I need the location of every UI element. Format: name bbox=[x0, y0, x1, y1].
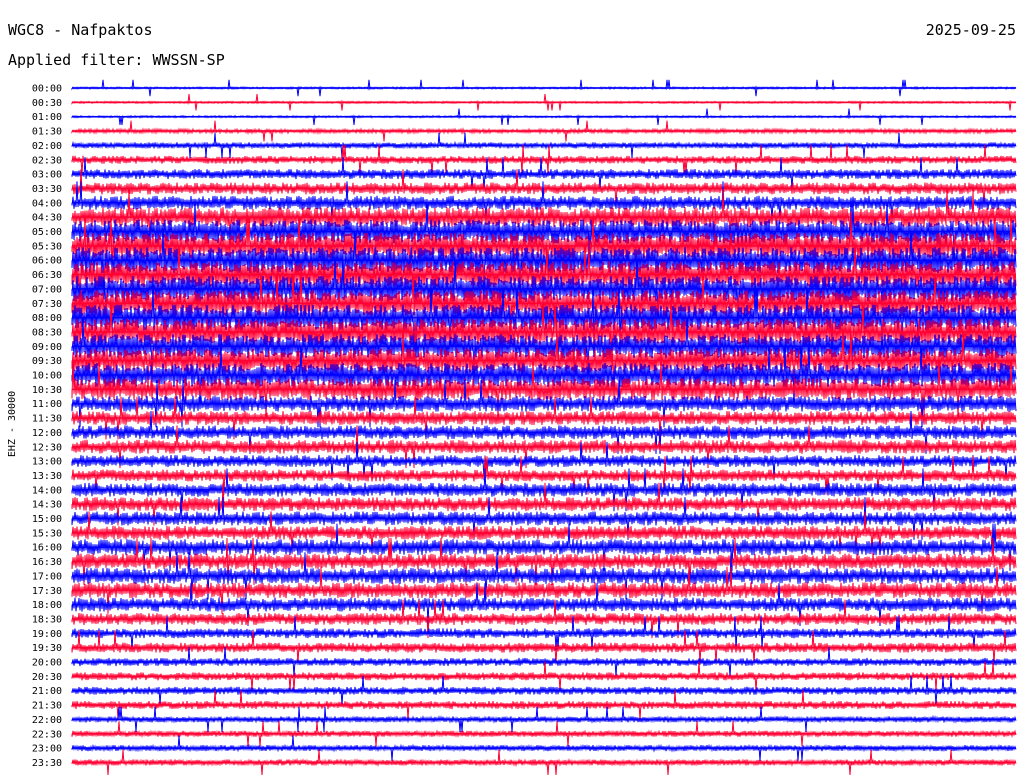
time-tick-label: 20:30 bbox=[32, 672, 62, 683]
time-tick-label: 04:00 bbox=[32, 198, 62, 209]
time-tick-label: 04:30 bbox=[32, 213, 62, 224]
time-tick-label: 22:00 bbox=[32, 715, 62, 726]
time-tick-label: 23:30 bbox=[32, 758, 62, 769]
time-tick-labels: 00:00 00:30 01:00 01:30 02:00 02:30 03:00 03:30… bbox=[32, 84, 62, 769]
time-tick-label: 23:00 bbox=[32, 744, 62, 755]
time-tick-label: 00:00 bbox=[32, 84, 62, 95]
time-tick-label: 17:00 bbox=[32, 571, 62, 582]
time-tick-label: 11:00 bbox=[32, 399, 62, 410]
time-tick-label: 16:30 bbox=[32, 557, 62, 568]
time-tick-label: 06:30 bbox=[32, 270, 62, 281]
time-tick-label: 01:00 bbox=[32, 112, 62, 123]
time-tick-label: 21:30 bbox=[32, 701, 62, 712]
time-tick-label: 10:30 bbox=[32, 385, 62, 396]
time-tick-label: 19:00 bbox=[32, 629, 62, 640]
time-tick-label: 01:30 bbox=[32, 127, 62, 138]
time-tick-label: 09:30 bbox=[32, 356, 62, 367]
trace-group bbox=[71, 79, 1017, 776]
channel-label: EHZ - 30000 bbox=[7, 391, 18, 457]
helicorder-plot: 00:00 00:30 01:00 01:30 02:00 02:30 03:00 03:30… bbox=[7, 79, 1017, 776]
time-tick-label: 18:30 bbox=[32, 614, 62, 625]
time-tick-label: 13:00 bbox=[32, 457, 62, 468]
time-tick-label: 07:30 bbox=[32, 299, 62, 310]
time-tick-label: 15:30 bbox=[32, 528, 62, 539]
time-tick-label: 18:00 bbox=[32, 600, 62, 611]
time-tick-label: 17:30 bbox=[32, 586, 62, 597]
time-tick-label: 09:00 bbox=[32, 342, 62, 353]
time-tick-label: 05:30 bbox=[32, 241, 62, 252]
time-tick-label: 06:00 bbox=[32, 256, 62, 267]
time-tick-label: 02:00 bbox=[32, 141, 62, 152]
time-tick-label: 21:00 bbox=[32, 686, 62, 697]
time-tick-label: 12:00 bbox=[32, 428, 62, 439]
time-tick-label: 08:30 bbox=[32, 327, 62, 338]
time-tick-label: 00:30 bbox=[32, 98, 62, 109]
time-tick-label: 13:30 bbox=[32, 471, 62, 482]
time-tick-label: 03:00 bbox=[32, 170, 62, 181]
time-tick-label: 22:30 bbox=[32, 729, 62, 740]
time-tick-label: 12:30 bbox=[32, 442, 62, 453]
time-tick-label: 20:00 bbox=[32, 658, 62, 669]
time-tick-label: 10:00 bbox=[32, 371, 62, 382]
time-tick-label: 08:00 bbox=[32, 313, 62, 324]
time-tick-label: 03:30 bbox=[32, 184, 62, 195]
time-tick-label: 07:00 bbox=[32, 284, 62, 295]
time-tick-label: 11:30 bbox=[32, 414, 62, 425]
time-tick-label: 16:00 bbox=[32, 543, 62, 554]
time-tick-label: 15:00 bbox=[32, 514, 62, 525]
time-tick-label: 05:00 bbox=[32, 227, 62, 238]
time-tick-label: 02:30 bbox=[32, 155, 62, 166]
time-tick-label: 14:30 bbox=[32, 500, 62, 511]
time-tick-label: 19:30 bbox=[32, 643, 62, 654]
time-tick-label: 14:00 bbox=[32, 485, 62, 496]
